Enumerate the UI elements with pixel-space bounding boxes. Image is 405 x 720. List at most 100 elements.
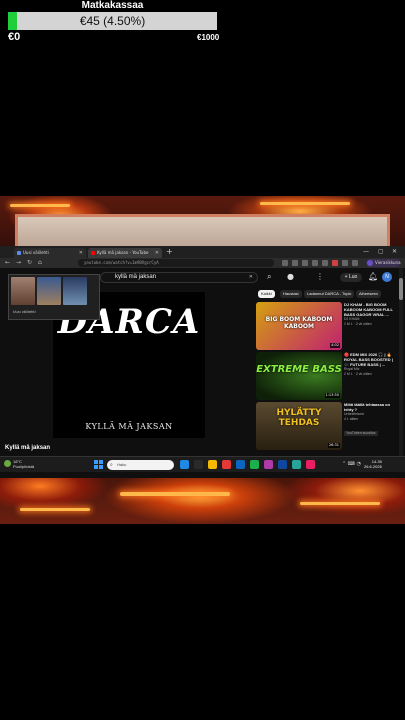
home-icon[interactable]: ⌂ bbox=[38, 259, 42, 267]
taskbar-app-icon[interactable] bbox=[278, 460, 287, 469]
windows-taskbar: 18°C Puolipilvistä ⌕ Haku ⌃ ⌨ ◔ 14.35 26… bbox=[0, 456, 405, 472]
taskbar-search-placeholder: Haku bbox=[117, 462, 127, 467]
search-input[interactable]: kyllä mä jaksan ✕ bbox=[100, 272, 258, 283]
recommendation-title: Miltä täällä tehtaassa on tehty ? bbox=[344, 402, 391, 412]
taskbar-app-icon[interactable] bbox=[180, 460, 189, 469]
create-button[interactable]: + Luo bbox=[340, 273, 362, 282]
goal-progress-bar: €45 (4.50%) bbox=[8, 12, 217, 30]
goal-title: Matkakassaa bbox=[81, 0, 144, 11]
new-tab-button[interactable]: + bbox=[166, 247, 173, 257]
weather-widget[interactable]: 18°C Puolipilvistä bbox=[4, 459, 34, 469]
system-clock[interactable]: 14.35 26.6.2026 bbox=[364, 459, 382, 469]
recommendation-thumbnail: EXTREME BASS 1:13:50 bbox=[256, 352, 342, 400]
tab-youtube[interactable]: Kyllä mä jaksan - YouTube ✕ bbox=[88, 248, 162, 258]
tab-close-icon[interactable]: ✕ bbox=[155, 248, 159, 258]
tab-new-tab[interactable]: Uusi välilehti ✕ bbox=[14, 248, 86, 258]
profile-label: Vierasikkuna bbox=[375, 260, 401, 265]
extension-icon[interactable] bbox=[352, 260, 358, 266]
chip-recommended[interactable]: Haustasi bbox=[280, 290, 302, 298]
extension-icon[interactable] bbox=[282, 260, 288, 266]
search-icon: ⌕ bbox=[110, 462, 113, 468]
goal-max-label: €1000 bbox=[197, 33, 220, 42]
recommendation-info: DJ KHAM - BIG BOOM KABOOM KABOOM FULL BA… bbox=[344, 302, 396, 326]
browser-toolbar: ← → ↻ ⌂ youtube.com/watch?v=1m9BVgcrCyA … bbox=[0, 258, 405, 268]
clock-date: 26.6.2026 bbox=[364, 464, 382, 469]
search-icon[interactable]: ⌕ bbox=[267, 271, 271, 282]
search-query: kyllä mä jaksan bbox=[115, 274, 157, 280]
taskbar-app-icon[interactable] bbox=[222, 460, 231, 469]
tab-label: Uusi välilehti bbox=[23, 250, 49, 255]
account-avatar[interactable]: N bbox=[382, 272, 392, 282]
chip-related[interactable]: Aiheeseen bbox=[356, 290, 381, 298]
address-bar[interactable]: youtube.com/watch?v=1m9BVgcrCyA bbox=[78, 259, 274, 267]
more-options-icon[interactable]: ⋮ bbox=[316, 271, 324, 282]
profile-button[interactable]: Vierasikkuna bbox=[366, 259, 401, 267]
video-subtitle-text: KYLLÄ MÄ JAKSAN bbox=[85, 422, 173, 431]
preview-thumbnail bbox=[63, 277, 87, 305]
maximize-button[interactable]: ▢ bbox=[378, 247, 384, 257]
weather-text: Puolipilvistä bbox=[13, 464, 35, 469]
recommendation-thumbnail: BIG BOOM KABOOM KABOOM 4:02 bbox=[256, 302, 342, 350]
recommendation-meta: 4 t. sitten bbox=[344, 416, 359, 421]
notifications-icon[interactable]: 🔔︎ bbox=[368, 271, 378, 282]
taskbar-app-icon[interactable] bbox=[250, 460, 259, 469]
preview-label: Uusi välilehti bbox=[13, 310, 36, 314]
recommendation-item[interactable]: HYLÄTTY TEHDAS 26:31 Miltä täällä tehtaa… bbox=[256, 402, 396, 452]
recommendation-info: Miltä täällä tehtaassa on tehty ? Urbexf… bbox=[344, 402, 396, 439]
recommendation-meta: 2 M t. · 2 vk sitten bbox=[344, 371, 372, 376]
tab-preview-popup[interactable]: Uusi välilehti bbox=[8, 274, 100, 320]
extension-icon[interactable] bbox=[332, 260, 338, 266]
filter-chips: Kaikki Haustasi Ladannut DARCA - Topic A… bbox=[258, 290, 398, 299]
recommendation-title: 🔴 EDM MIX 2026 🎧 | 🔥 ROYAL BASS BOOSTED … bbox=[344, 352, 393, 367]
chip-channel[interactable]: Ladannut DARCA - Topic bbox=[304, 290, 355, 298]
tab-favicon-icon bbox=[17, 251, 21, 255]
taskbar-app-icon[interactable] bbox=[208, 460, 217, 469]
tab-close-icon[interactable]: ✕ bbox=[79, 248, 83, 258]
goal-amount: €45 (4.50%) bbox=[79, 14, 146, 28]
thumbnail-text: BIG BOOM KABOOM KABOOM bbox=[265, 316, 333, 330]
taskbar-app-icon[interactable] bbox=[292, 460, 301, 469]
thumbnail-text: EXTREME BASS bbox=[256, 364, 342, 375]
tab-label: Kyllä mä jaksan - YouTube bbox=[97, 250, 149, 255]
video-duration: 4:02 bbox=[330, 343, 340, 348]
extension-icon[interactable] bbox=[312, 260, 318, 266]
extension-icon[interactable] bbox=[322, 260, 328, 266]
recommendation-title: DJ KHAM - BIG BOOM KABOOM KABOOM FULL BA… bbox=[344, 302, 393, 317]
lava-crack bbox=[120, 492, 230, 496]
taskbar-app-icon[interactable] bbox=[306, 460, 315, 469]
preview-thumbnail bbox=[11, 277, 35, 305]
recommendation-meta: 1 M t. · 2 vk sitten bbox=[344, 321, 372, 326]
reload-icon[interactable]: ↻ bbox=[27, 259, 32, 267]
system-tray-icons[interactable]: ⌃ ⌨ ◔ bbox=[342, 461, 361, 467]
page-scrollbar[interactable] bbox=[399, 268, 403, 456]
start-button[interactable] bbox=[94, 460, 103, 469]
scrollbar-thumb[interactable] bbox=[399, 278, 403, 300]
taskbar-search[interactable]: ⌕ Haku bbox=[107, 460, 174, 470]
youtube-favicon-icon bbox=[91, 251, 95, 255]
chip-all[interactable]: Kaikki bbox=[258, 290, 275, 298]
extension-icon[interactable] bbox=[302, 260, 308, 266]
forward-arrow-icon[interactable]: → bbox=[16, 259, 21, 267]
lava-crack bbox=[20, 508, 90, 511]
recommendation-item[interactable]: BIG BOOM KABOOM KABOOM 4:02 DJ KHAM - BI… bbox=[256, 302, 396, 352]
taskbar-app-icon[interactable] bbox=[264, 460, 273, 469]
microphone-icon[interactable]: ● bbox=[287, 271, 294, 282]
close-window-button[interactable]: ✕ bbox=[392, 247, 397, 257]
browser-titlebar: Uusi välilehti ✕ Kyllä mä jaksan - YouTu… bbox=[0, 246, 405, 258]
video-duration: 26:31 bbox=[327, 443, 340, 448]
thumbnail-text: HYLÄTTY TEHDAS bbox=[276, 408, 322, 428]
lava-crack bbox=[10, 204, 70, 207]
recommendation-thumbnail: HYLÄTTY TEHDAS 26:31 bbox=[256, 402, 342, 450]
recommendation-info: 🔴 EDM MIX 2026 🎧 | 🔥 ROYAL BASS BOOSTED … bbox=[344, 352, 396, 376]
recommendation-item[interactable]: EXTREME BASS 1:13:50 🔴 EDM MIX 2026 🎧 | … bbox=[256, 352, 396, 402]
clear-search-icon[interactable]: ✕ bbox=[249, 273, 253, 282]
back-arrow-icon[interactable]: ← bbox=[5, 259, 10, 267]
profile-avatar bbox=[367, 260, 373, 266]
weather-icon bbox=[4, 460, 11, 467]
lava-crack bbox=[260, 202, 350, 205]
extension-icon[interactable] bbox=[292, 260, 298, 266]
extension-icon[interactable] bbox=[342, 260, 348, 266]
taskbar-app-icon[interactable] bbox=[194, 460, 203, 469]
taskbar-app-icon[interactable] bbox=[236, 460, 245, 469]
minimize-button[interactable]: — bbox=[363, 247, 369, 257]
